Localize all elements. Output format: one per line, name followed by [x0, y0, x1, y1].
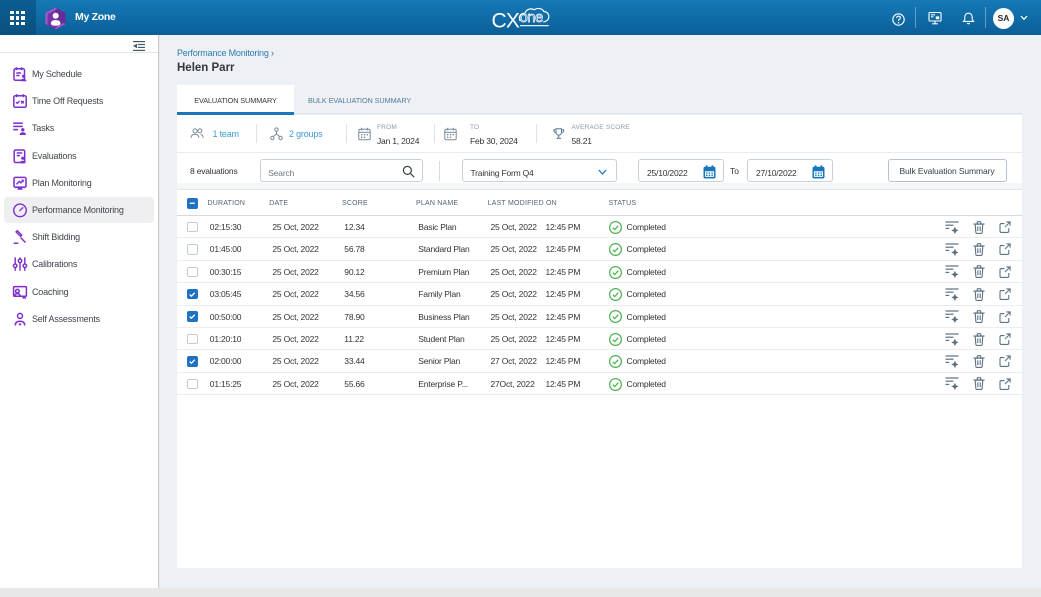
svg-text:CX: CX	[492, 10, 520, 32]
svg-text:one: one	[520, 9, 543, 26]
